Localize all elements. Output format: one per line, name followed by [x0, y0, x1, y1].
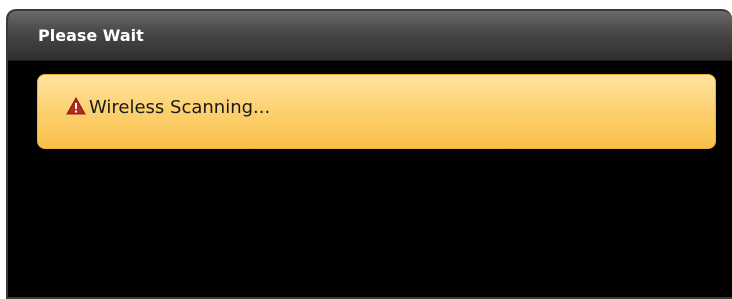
scanning-alert: Wireless Scanning... — [37, 74, 716, 149]
warning-icon — [66, 96, 86, 115]
please-wait-dialog: Please Wait Wireless Scanning... — [6, 9, 732, 299]
alert-message: Wireless Scanning... — [89, 97, 271, 118]
dialog-titlebar: Please Wait — [8, 11, 732, 61]
dialog-title: Please Wait — [38, 26, 144, 45]
